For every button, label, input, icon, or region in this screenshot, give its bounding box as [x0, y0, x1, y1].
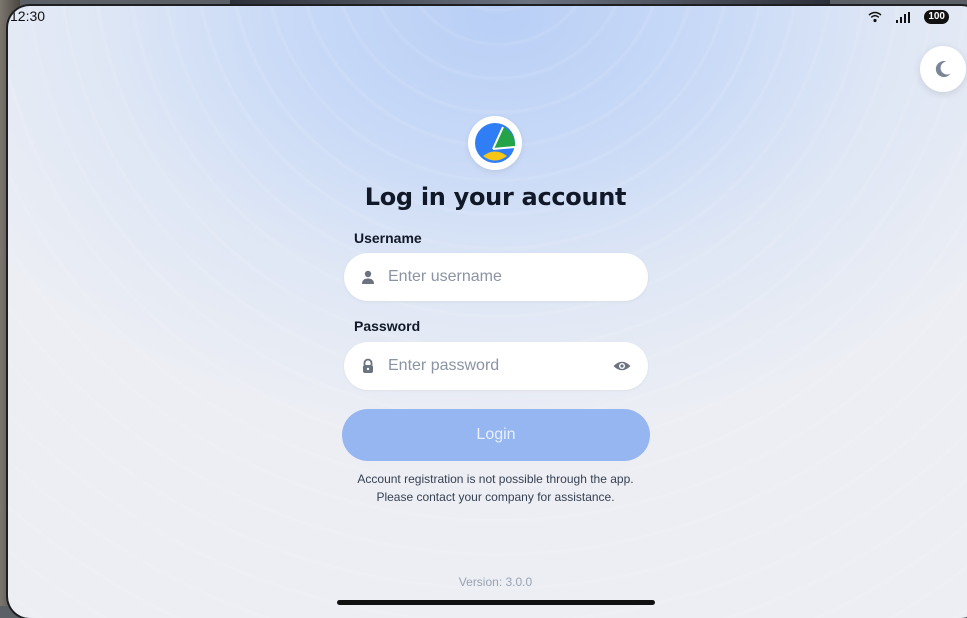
- password-label: Password: [354, 318, 421, 334]
- version-text: Version: 3.0.0: [458, 575, 533, 589]
- username-input[interactable]: [386, 252, 648, 302]
- home-indicator: [337, 600, 655, 605]
- moon-icon: [935, 61, 951, 78]
- lock-icon: [363, 358, 373, 373]
- notice-line-2: Please contact your company for assistan…: [376, 490, 615, 504]
- registration-notice: Account registration is not possible thr…: [8, 470, 967, 506]
- signal-icon: [896, 11, 911, 23]
- password-input[interactable]: [386, 341, 612, 391]
- username-label: Username: [354, 230, 422, 246]
- user-icon: [362, 270, 374, 284]
- status-icons: 100: [868, 10, 949, 24]
- app-logo: [468, 116, 522, 170]
- app-logo-icon: [475, 123, 516, 163]
- status-time: 12:30: [10, 8, 46, 24]
- login-button[interactable]: Login: [342, 409, 650, 461]
- username-field[interactable]: [344, 252, 648, 302]
- eye-icon[interactable]: [612, 356, 632, 376]
- password-field[interactable]: [344, 341, 648, 391]
- battery-badge: 100: [924, 10, 949, 24]
- dark-mode-toggle-button[interactable]: [920, 46, 966, 92]
- wifi-icon: [868, 11, 882, 23]
- notice-line-1: Account registration is not possible thr…: [357, 472, 634, 486]
- page-title: Log in your account: [364, 183, 627, 211]
- app-screen: 12:30 100 Log in your account Username E…: [8, 6, 967, 618]
